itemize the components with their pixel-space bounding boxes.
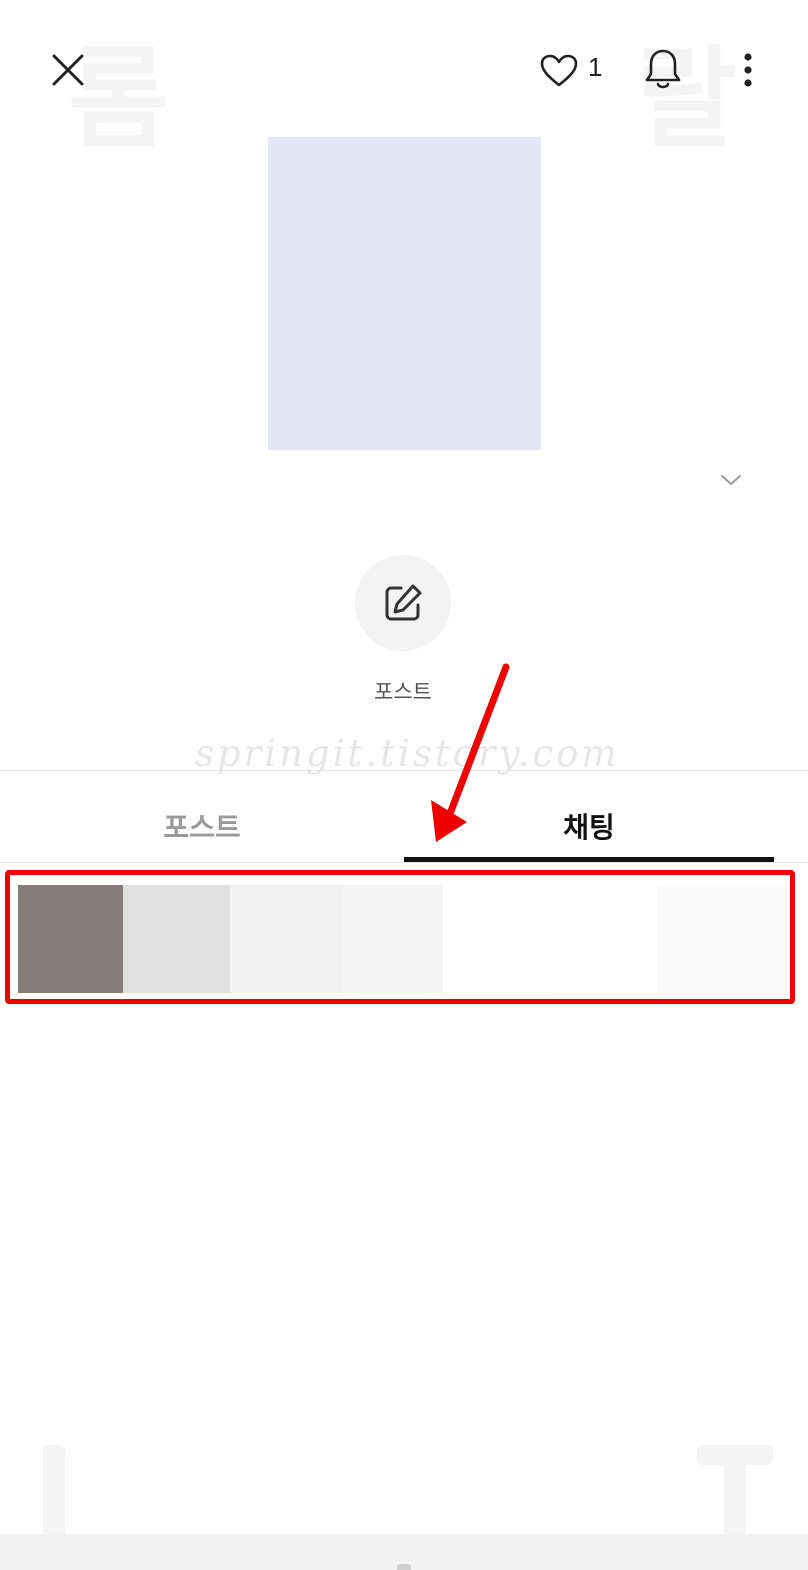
bell-icon bbox=[645, 49, 681, 89]
tab-chat[interactable]: 채팅 bbox=[404, 790, 774, 862]
more-button[interactable] bbox=[732, 48, 764, 92]
like-count: 1 bbox=[588, 52, 603, 82]
background-decoration-right-stem bbox=[724, 1460, 746, 1545]
notification-button[interactable] bbox=[638, 44, 688, 94]
watermark: springit.tistory.com bbox=[195, 732, 620, 775]
more-vertical-icon bbox=[744, 53, 752, 87]
highlight-box bbox=[5, 870, 795, 1004]
background-decoration-left bbox=[43, 1445, 65, 1545]
tab-bottom-divider bbox=[0, 862, 808, 863]
active-tab-indicator bbox=[404, 857, 774, 862]
chevron-down-icon bbox=[721, 475, 741, 485]
tab-top-divider bbox=[0, 770, 808, 771]
expand-profile-button[interactable] bbox=[714, 466, 748, 494]
tab-post[interactable]: 포스트 bbox=[0, 790, 404, 862]
close-icon bbox=[52, 54, 84, 86]
write-post-label: 포스트 bbox=[374, 680, 432, 704]
like-button[interactable] bbox=[536, 48, 582, 94]
profile-cover-image bbox=[268, 137, 541, 450]
write-post-button[interactable] bbox=[355, 555, 451, 651]
heart-icon bbox=[540, 54, 578, 87]
edit-icon bbox=[385, 584, 422, 621]
bottom-navigation-bar bbox=[0, 1534, 808, 1570]
home-indicator bbox=[397, 1564, 411, 1570]
close-button[interactable] bbox=[44, 46, 92, 94]
